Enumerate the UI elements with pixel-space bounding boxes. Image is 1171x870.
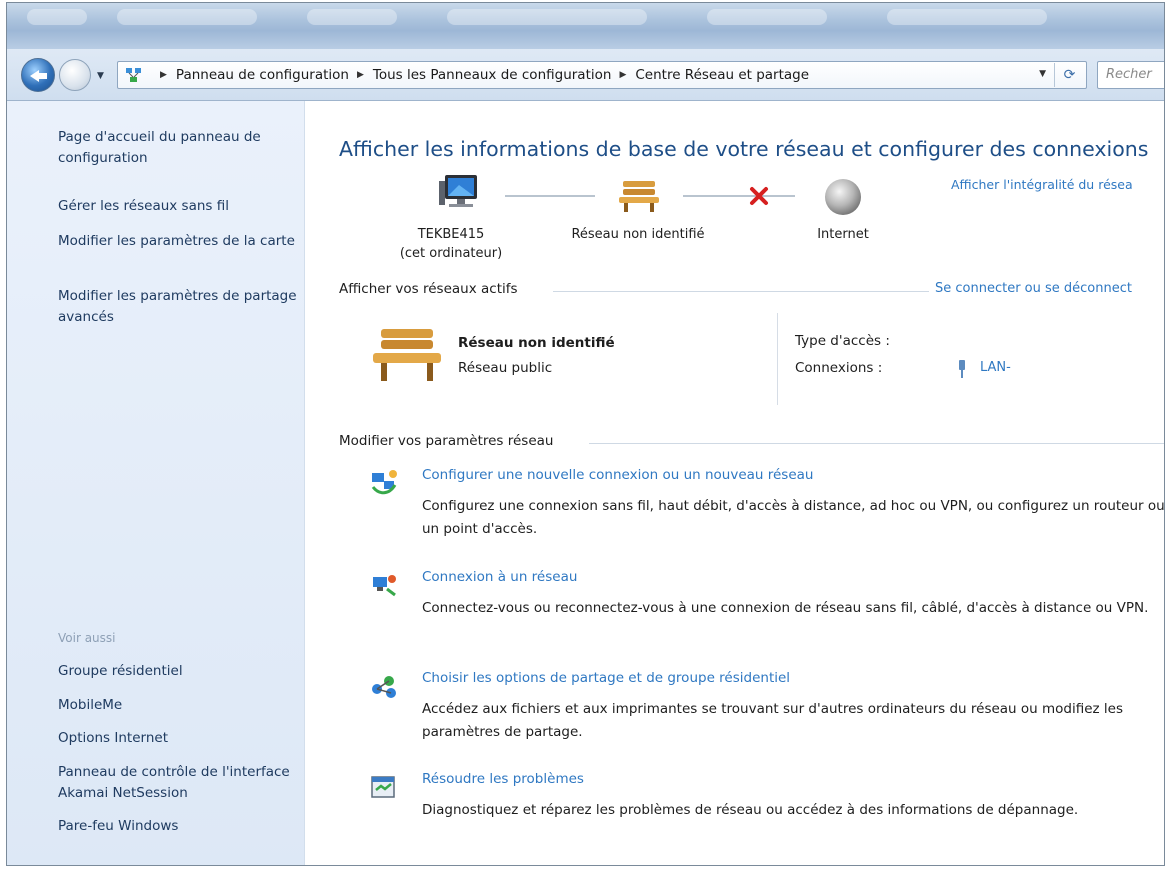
task-connect-network-link[interactable]: Connexion à un réseau [422, 569, 577, 585]
breadcrumb: ▶ Panneau de configuration ▶ Tous les Pa… [152, 62, 809, 88]
forward-button[interactable] [59, 59, 91, 91]
address-dropdown-icon[interactable]: ▼ [1039, 69, 1046, 79]
troubleshoot-icon [371, 776, 395, 798]
map-connection-line [505, 195, 595, 197]
section-divider [553, 291, 929, 292]
active-networks-heading: Afficher vos réseaux actifs [339, 281, 518, 297]
left-task-adapter-settings[interactable]: Modifier les paramètres de la carte [58, 231, 298, 252]
error-x-icon [750, 187, 768, 205]
map-node-computer: TEKBE415 (cet ordinateur) [381, 225, 521, 263]
left-task-control-panel-home[interactable]: Page d'accueil du panneau de configurati… [58, 127, 298, 169]
page-title: Afficher les informations de base de vot… [339, 137, 1149, 161]
left-task-manage-wireless[interactable]: Gérer les réseaux sans fil [58, 196, 298, 217]
breadcrumb-item[interactable]: Panneau de configuration [176, 67, 349, 83]
left-task-pane: Page d'accueil du panneau de configurati… [7, 101, 305, 865]
back-button[interactable] [21, 58, 55, 92]
main-content: Afficher les informations de base de vot… [305, 101, 1165, 865]
task-connect-network-description: Connectez-vous ou reconnectez-vous à une… [422, 600, 1149, 616]
breadcrumb-separator-icon[interactable]: ▶ [357, 70, 364, 80]
computer-icon[interactable] [437, 173, 483, 213]
see-also-internet-options[interactable]: Options Internet [58, 728, 298, 749]
connect-disconnect-link[interactable]: Se connecter ou se déconnect [935, 281, 1132, 296]
task-sharing-options-description: Accédez aux fichiers et aux imprimantes … [422, 701, 1124, 740]
active-network-name: Réseau non identifié [458, 335, 615, 351]
lan-connection-icon [959, 360, 965, 378]
recent-pages-dropdown-icon[interactable]: ▼ [97, 71, 104, 81]
map-node-internet-label: Internet [817, 227, 869, 242]
address-bar[interactable]: ▶ Panneau de configuration ▶ Tous les Pa… [117, 61, 1087, 89]
task-new-connection-link[interactable]: Configurer une nouvelle connexion ou un … [422, 467, 813, 483]
task-troubleshoot-link[interactable]: Résoudre les problèmes [422, 771, 584, 787]
breadcrumb-separator-icon[interactable]: ▶ [619, 70, 626, 80]
vertical-divider [777, 313, 778, 405]
map-node-network-label: Réseau non identifié [571, 227, 705, 242]
task-new-connection-description: Configurez une connexion sans fil, haut … [422, 498, 1165, 537]
full-map-link[interactable]: Afficher l'intégralité du résea [951, 177, 1133, 192]
access-type-label: Type d'accès : [795, 333, 890, 349]
computer-sub-label: (cet ordinateur) [399, 246, 503, 261]
see-also-windows-firewall[interactable]: Pare-feu Windows [58, 816, 298, 837]
breadcrumb-item[interactable]: Tous les Panneaux de configuration [373, 67, 612, 83]
task-sharing-options-link[interactable]: Choisir les options de partage et de gro… [422, 670, 790, 686]
connections-label: Connexions : [795, 360, 883, 376]
see-also-akamai-netsession[interactable]: Panneau de contrôle de l'interface Akama… [58, 762, 298, 804]
see-also-mobileme[interactable]: MobileMe [58, 695, 298, 716]
left-task-advanced-sharing[interactable]: Modifier les paramètres de partage avanc… [58, 286, 298, 328]
section-divider [589, 443, 1164, 444]
breadcrumb-separator-icon[interactable]: ▶ [160, 70, 167, 80]
computer-name-label: TEKBE415 [417, 227, 485, 242]
search-input[interactable]: Recher [1097, 61, 1164, 89]
new-connection-icon [371, 470, 397, 495]
homegroup-icon [372, 676, 396, 698]
explorer-window: ▼ ▶ Panneau de configuration ▶ Tous les … [6, 2, 1165, 866]
bench-network-icon[interactable] [617, 179, 661, 213]
connect-network-icon [373, 575, 396, 597]
lan-connection-link[interactable]: LAN- [980, 360, 1011, 375]
active-network-type[interactable]: Réseau public [458, 360, 552, 376]
navigation-bar: ▼ ▶ Panneau de configuration ▶ Tous les … [7, 49, 1164, 101]
bench-network-large-icon[interactable] [371, 325, 443, 385]
internet-globe-icon[interactable] [823, 177, 863, 217]
refresh-button[interactable]: ⟳ [1054, 63, 1084, 87]
see-also-homegroup[interactable]: Groupe résidentiel [58, 661, 298, 682]
map-connection-line [683, 195, 795, 197]
task-troubleshoot-description: Diagnostiquez et réparez les problèmes d… [422, 802, 1079, 818]
window-title-bar [7, 3, 1164, 49]
see-also-heading: Voir aussi [58, 631, 116, 645]
breadcrumb-item[interactable]: Centre Réseau et partage [635, 67, 809, 83]
change-settings-heading: Modifier vos paramètres réseau [339, 433, 554, 449]
network-center-icon [126, 68, 141, 82]
